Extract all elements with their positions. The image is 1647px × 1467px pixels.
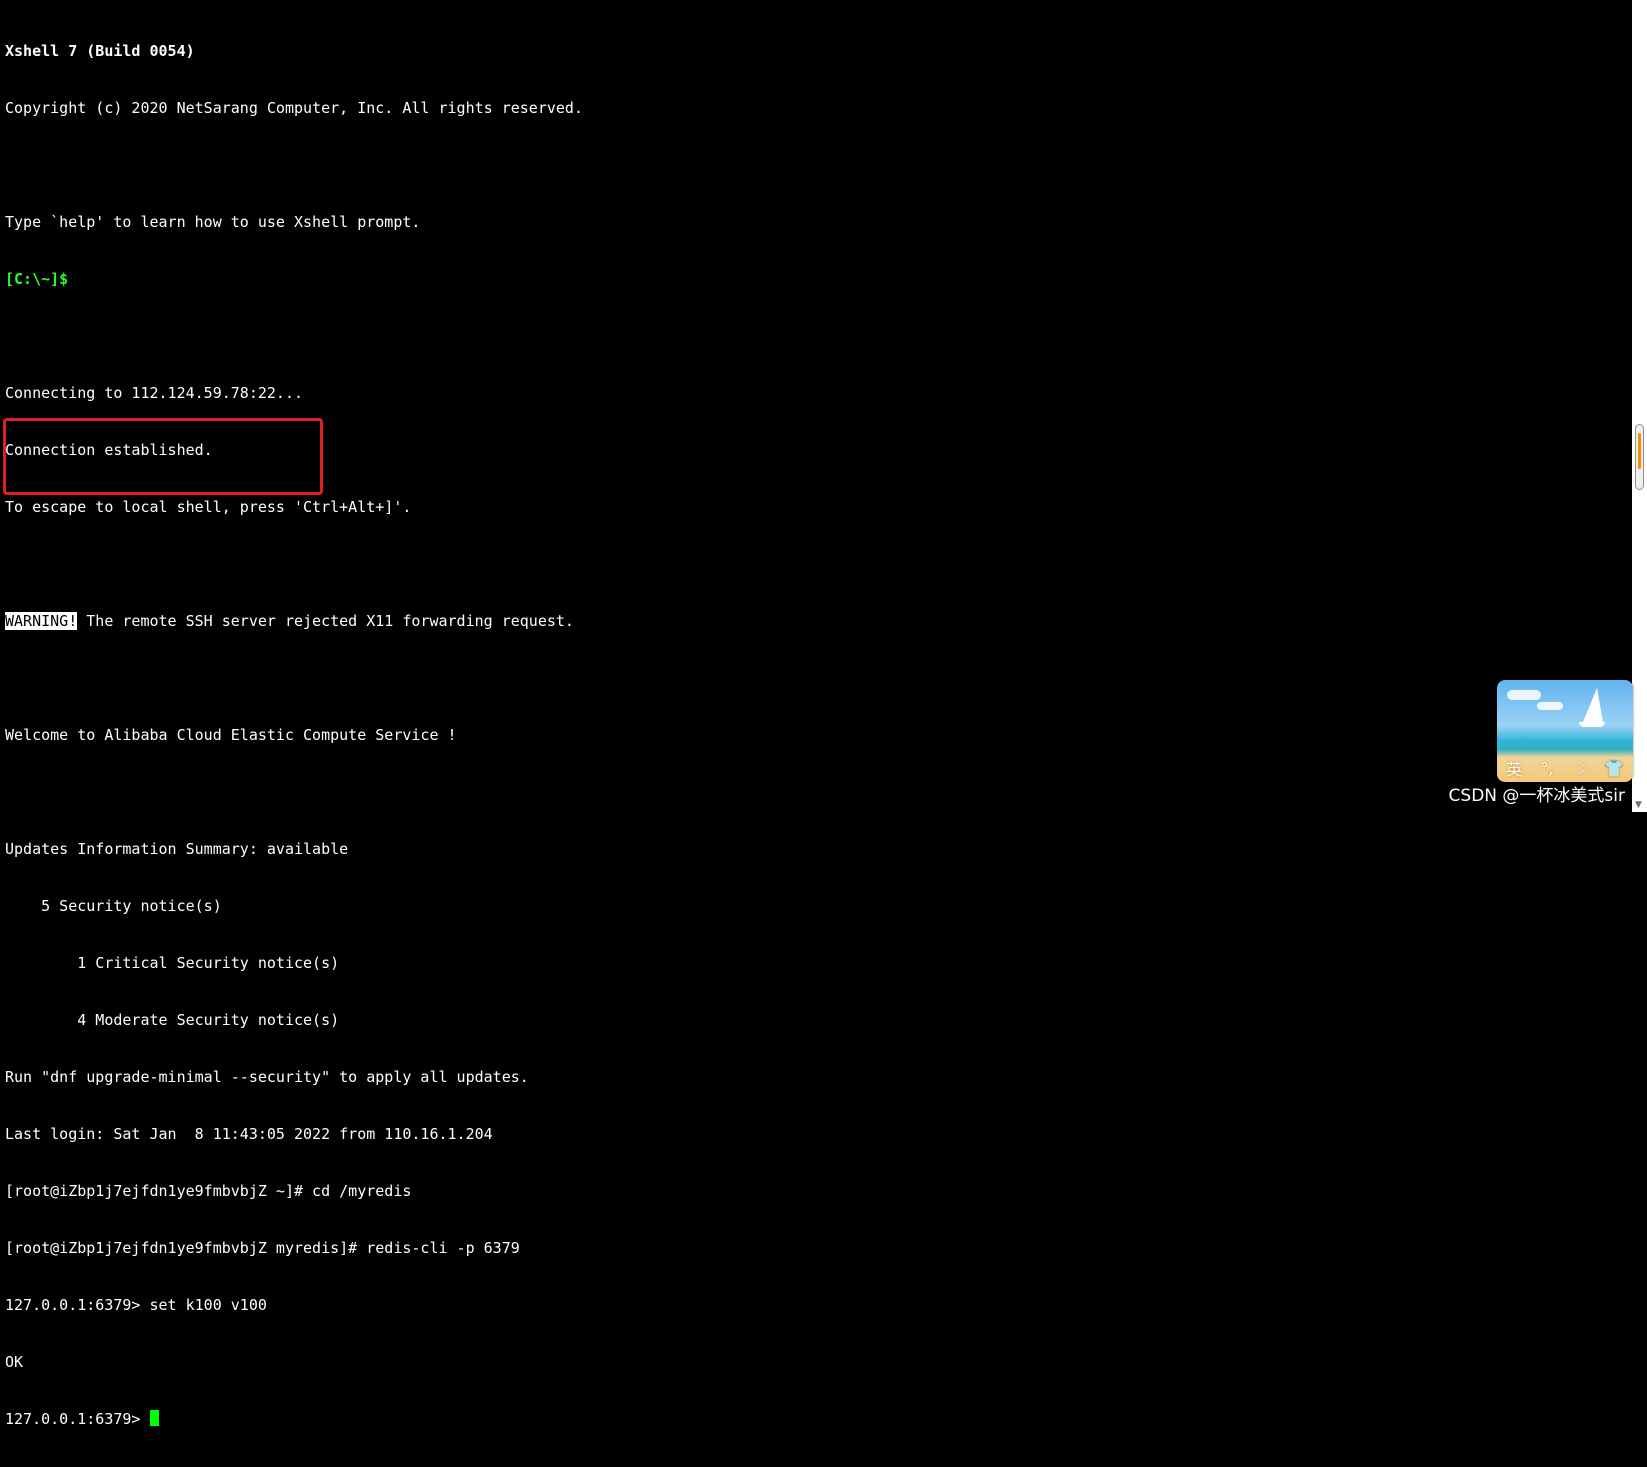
punctuation-icon[interactable]: °, — [1540, 759, 1553, 778]
sailboat-hull — [1579, 722, 1605, 727]
ime-language-toggle[interactable]: 英 — [1506, 756, 1522, 780]
terminal-line: Run "dnf upgrade-minimal --security" to … — [5, 1068, 529, 1086]
terminal-line: Welcome to Alibaba Cloud Elastic Compute… — [5, 726, 457, 744]
redis-command-line: 127.0.0.1:6379> set k100 v100 — [5, 1296, 267, 1314]
csdn-watermark: CSDN @一杯冰美式sir — [1448, 786, 1625, 806]
terminal-line: Copyright (c) 2020 NetSarang Computer, I… — [5, 99, 583, 117]
terminal-line: Xshell 7 (Build 0054) — [5, 42, 195, 60]
cloud-decoration — [1537, 702, 1563, 710]
redis-prompt-line[interactable]: 127.0.0.1:6379> — [5, 1410, 583, 1429]
ime-input-widget[interactable]: 英 °, ☽ 👕 — [1497, 680, 1633, 782]
terminal-line: 4 Moderate Security notice(s) — [5, 1011, 340, 1029]
terminal-line-warning: WARNING! The remote SSH server rejected … — [5, 612, 583, 631]
redis-prompt: 127.0.0.1:6379> — [5, 1410, 150, 1428]
terminal-window[interactable]: Xshell 7 (Build 0054) Copyright (c) 2020… — [0, 0, 1632, 1428]
terminal-line: Connecting to 112.124.59.78:22... — [5, 384, 304, 402]
terminal-line: Last login: Sat Jan 8 11:43:05 2022 from… — [5, 1125, 493, 1143]
vertical-scrollbar[interactable]: ▼ — [1632, 0, 1647, 812]
terminal-line: Updates Information Summary: available — [5, 840, 349, 858]
terminal-output: Xshell 7 (Build 0054) Copyright (c) 2020… — [5, 4, 583, 1467]
terminal-line: 5 Security notice(s) — [5, 897, 222, 915]
warning-badge: WARNING! — [5, 612, 78, 630]
ime-toolbar: 英 °, ☽ 👕 — [1497, 754, 1633, 782]
redis-response-line: OK — [5, 1353, 24, 1371]
scrollbar-thumb[interactable] — [1635, 424, 1644, 490]
local-prompt: [C:\~]$ — [5, 270, 69, 288]
shirt-icon[interactable]: 👕 — [1604, 759, 1624, 778]
terminal-line: To escape to local shell, press 'Ctrl+Al… — [5, 498, 412, 516]
terminal-line: 1 Critical Security notice(s) — [5, 954, 340, 972]
moon-icon[interactable]: ☽ — [1572, 759, 1586, 778]
terminal-line: [root@iZbp1j7ejfdn1ye9fmbvbjZ myredis]# … — [5, 1239, 520, 1257]
scrollbar-accent — [1638, 433, 1641, 469]
warning-message: The remote SSH server rejected X11 forwa… — [86, 612, 574, 630]
sailboat-icon — [1583, 688, 1603, 722]
terminal-line: Type `help' to learn how to use Xshell p… — [5, 213, 421, 231]
terminal-line: [root@iZbp1j7ejfdn1ye9fmbvbjZ ~]# cd /my… — [5, 1182, 412, 1200]
cloud-decoration — [1507, 690, 1541, 700]
annotation-highlight-box — [3, 418, 323, 495]
scroll-down-arrow-icon[interactable]: ▼ — [1635, 800, 1642, 810]
text-cursor — [149, 1410, 159, 1426]
